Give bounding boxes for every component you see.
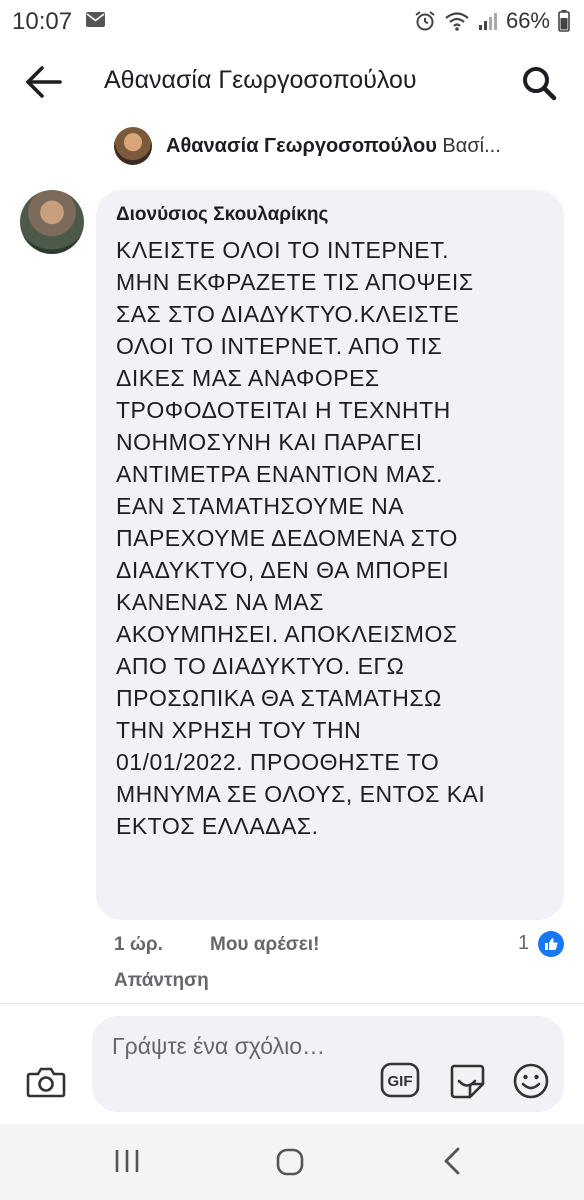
comment-actions: 1 ώρ. Μου αρέσει! 1 (114, 931, 574, 964)
comment-line: ΤΗΝ ΧΡΗΣΗ ΤΟΥ ΤΗΝ (116, 717, 362, 743)
home-icon[interactable] (276, 1148, 304, 1176)
status-time: 10:07 (12, 8, 73, 35)
camera-icon[interactable] (26, 1062, 66, 1102)
sticker-icon[interactable] (448, 1062, 486, 1100)
like-count[interactable]: 1 (518, 932, 529, 955)
comment-input[interactable]: Γράψτε ένα σχόλιο… (112, 1030, 372, 1062)
comment-line: ΚΛΕΙΣΤΕ ΟΛΟΙ ΤΟ ΙΝΤΕΡΝΕΤ. (116, 237, 450, 263)
signal-icon (478, 13, 497, 30)
comment-line: ΝΟΗΜΟΣΥΝΗ ΚΑΙ ΠΑΡΑΓΕΙ (116, 429, 423, 455)
post-context-text: Αθανασία Γεωργοσοπούλου Βασί... (166, 135, 566, 158)
search-icon[interactable] (520, 64, 558, 102)
like-button[interactable]: Μου αρέσει! (210, 934, 319, 956)
recent-apps-icon[interactable] (112, 1148, 142, 1174)
reply-button[interactable]: Απάντηση (114, 970, 209, 992)
status-bar: 10:07 66% (0, 0, 584, 44)
comment-line: ΑΝΤΙΜΕΤΡΑ ΕΝΑΝΤΙΟΝ ΜΑΣ. (116, 461, 443, 487)
comment-line: ΔΙΚΕΣ ΜΑΣ ΑΝΑΦΟΡΕΣ (116, 365, 380, 391)
comment-line: 01/01/2022. ΠΡΟΟΘΗΣΤΕ ΤΟ (116, 749, 440, 775)
comment-line: ΚΑΝΕΝΑΣ ΝΑ ΜΑΣ (116, 589, 324, 615)
comment-line: ΜΗΝ ΕΚΦΡΑΖΕΤΕ ΤΙΣ ΑΠΟΨΕΙΣ (116, 269, 474, 295)
post-context[interactable]: Αθανασία Γεωργοσοπούλου Βασί... (114, 126, 574, 166)
comment-line: ΑΚΟΥΜΠΗΣΕΙ. ΑΠΟΚΛΕΙΣΜΟΣ (116, 621, 458, 647)
post-context-extra: Βασί... (436, 134, 501, 157)
comment-line: ΠΑΡΕΧΟΥΜΕ ΔΕΔΟΜΕΝΑ ΣΤΟ (116, 525, 458, 551)
comment-line: ΠΡΟΣΩΠΙΚΑ ΘΑ ΣΤΑΜΑΤΗΣΩ (116, 685, 442, 711)
comment-line: ΜΗΝΥΜΑ ΣΕ ΟΛΟΥΣ, ΕΝΤΟΣ ΚΑΙ (116, 781, 486, 807)
emoji-icon[interactable] (512, 1062, 550, 1100)
commenter-name[interactable]: Διονύσιος Σκουλαρίκης (116, 204, 328, 226)
page-title: Αθανασία Γεωργοσοπούλου (104, 66, 417, 94)
gif-button[interactable]: GIF (380, 1062, 420, 1098)
comment-composer: Γράψτε ένα σχόλιο… GIF (92, 1016, 564, 1112)
post-author-name[interactable]: Αθανασία Γεωργοσοπούλου (166, 135, 437, 157)
top-bar: Αθανασία Γεωργοσοπούλου (0, 50, 584, 114)
comment-line: ΔΙΑΔΥΚΤΥΟ, ΔΕΝ ΘΑ ΜΠΟΡΕΙ (116, 557, 450, 583)
comment-line: ΑΠΟ ΤΟ ΔΙΑΔΥΚΤΥΟ. ΕΓΩ (116, 653, 405, 679)
wifi-icon (445, 12, 469, 31)
gif-label: GIF (388, 1073, 413, 1090)
post-author-avatar[interactable] (114, 127, 152, 165)
comment-line: ΟΛΟΙ ΤΟ ΙΝΤΕΡΝΕΤ. ΑΠΟ ΤΙΣ (116, 333, 443, 359)
mail-icon (86, 12, 105, 27)
comment-time[interactable]: 1 ώρ. (114, 934, 163, 956)
divider (0, 1003, 584, 1004)
nav-back-icon[interactable] (442, 1146, 462, 1176)
comment-line: ΣΑΣ ΣΤΟ ΔΙΑΔΥΚΤΥΟ.ΚΛΕΙΣΤΕ (116, 301, 460, 327)
alarm-icon (415, 11, 435, 31)
status-icons: 66% (414, 8, 570, 34)
comment-line: ΕΚΤΟΣ ΕΛΛΑΔΑΣ. (116, 813, 319, 839)
comment-line: ΕΑΝ ΣΤΑΜΑΤΗΣΟΥΜΕ ΝΑ (116, 493, 405, 519)
battery-icon (558, 10, 570, 32)
battery-percent: 66% (505, 8, 550, 33)
system-nav-bar (0, 1124, 584, 1200)
back-arrow-icon[interactable] (24, 64, 64, 100)
comment-text: ΚΛΕΙΣΤΕ ΟΛΟΙ ΤΟ ΙΝΤΕΡΝΕΤ. ΜΗΝ ΕΚΦΡΑΖΕΤΕ … (116, 234, 556, 842)
commenter-avatar[interactable] (20, 190, 84, 254)
comment-line: ΤΡΟΦΟΔΟΤΕΙΤΑΙ Η ΤΕΧΝΗΤΗ (116, 397, 451, 423)
comment-bubble: Διονύσιος Σκουλαρίκης ΚΛΕΙΣΤΕ ΟΛΟΙ ΤΟ ΙΝ… (96, 190, 564, 920)
thumbs-up-icon[interactable] (538, 931, 564, 957)
